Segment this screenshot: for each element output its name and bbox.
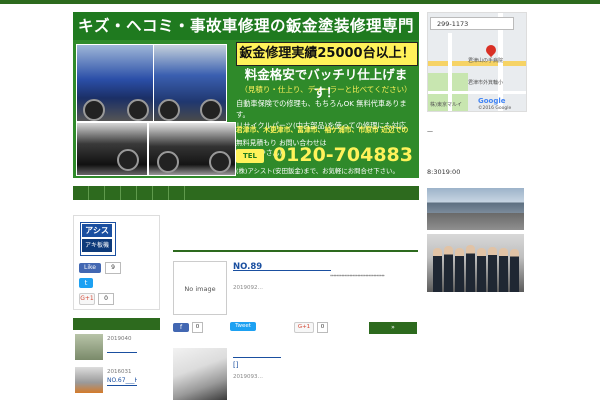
facebook-share: f 0: [173, 322, 203, 333]
post-title-underline: [233, 357, 281, 358]
twitter-icon[interactable]: t: [79, 278, 93, 288]
post-thumbnail-car[interactable]: [173, 348, 227, 400]
facebook-like-count: 9: [105, 262, 121, 274]
post-thumbnail-placeholder[interactable]: No image: [173, 261, 227, 315]
map-label: 君津市外箕輪小: [468, 80, 504, 86]
logo-top: アシスト: [82, 224, 112, 248]
google-plus-button[interactable]: G+1: [79, 293, 95, 305]
post-date: 2019093…: [233, 374, 263, 380]
google-plus-share-count: 0: [317, 322, 328, 333]
google-map[interactable]: 299-1173 君津山の手病院 君津市外箕輪小 株)東京マルイ Google …: [427, 12, 527, 112]
nav-item[interactable]: [153, 186, 169, 200]
nav-item[interactable]: [121, 186, 137, 200]
business-hours: 8:3019:00: [427, 168, 461, 176]
banner-service-text: 自動車保険での修理も、もちろんOK 無料代車あります。 リサイクルパーツ(中古部…: [236, 98, 418, 130]
car-photo-blue-rear: [153, 44, 227, 122]
banner-title: キズ・ヘコミ・事故車修理の鈑金塗装修理専門店: [73, 12, 419, 63]
banner-achievement: 鈑金修理実績25000台以上！: [236, 42, 418, 66]
sidebar-post-date: 2016031: [107, 369, 132, 375]
post-excerpt: **********************************: [330, 274, 385, 279]
sidebar-post-title[interactable]: [107, 344, 137, 353]
top-accent-bar: [0, 0, 600, 4]
nav-item[interactable]: [137, 186, 153, 200]
sidebar-recent-posts-header: [73, 318, 160, 330]
facebook-share-count: 0: [192, 322, 203, 333]
map-label: 株)東京マルイ: [430, 102, 462, 108]
map-search-box[interactable]: 299-1173: [430, 17, 514, 30]
car-photo-black-side: [76, 122, 148, 176]
car-photo-black-sedan: [148, 122, 236, 176]
sidebar-post[interactable]: 2016031 NO.67___HP_: [75, 367, 160, 395]
banner-cities: 君津市、木更津市、富津市、袖ケ浦市、市原市 近辺での: [236, 126, 409, 134]
google-plus-count: 0: [98, 293, 114, 305]
nav-item[interactable]: [169, 186, 185, 200]
tweet-button[interactable]: Tweet: [230, 322, 256, 331]
shop-building-photo: [427, 188, 524, 230]
sidebar-post-date: 2019040: [107, 336, 132, 342]
google-logo: Google: [478, 97, 506, 105]
google-plus: G+1 0: [79, 293, 114, 305]
twitter-share: Tweet: [230, 322, 256, 331]
global-nav: [73, 186, 419, 200]
nav-item[interactable]: [89, 186, 105, 200]
map-label: 君津山の手病院: [468, 58, 504, 64]
sidebar-profile-box: アシスト アキ板機 Like 9 t G+1 0: [73, 215, 160, 310]
map-pin-icon[interactable]: [483, 42, 499, 58]
read-more-button[interactable]: »: [369, 322, 417, 334]
company-logo[interactable]: アシスト アキ板機: [80, 222, 116, 256]
sidebar-post-thumb: [75, 334, 103, 360]
post-title[interactable]: []: [233, 361, 238, 369]
post-title-underline: [233, 270, 331, 271]
facebook-like-button[interactable]: Like: [79, 263, 101, 273]
nav-item[interactable]: [73, 186, 89, 200]
right-divider-mark: —: [427, 128, 433, 135]
car-photo-blue-front: [76, 44, 154, 122]
sidebar-post[interactable]: 2019040: [75, 334, 160, 362]
google-plus-share-button[interactable]: G+1: [294, 322, 314, 333]
banner-insurance-line: 自動車保険での修理も、もちろんOK 無料代車あります。: [236, 99, 407, 119]
main-section-rule: [173, 250, 418, 252]
staff-group-photo: [427, 234, 524, 292]
sidebar-post-title[interactable]: NO.67___HP_: [107, 377, 137, 386]
banner-footer: (株)アシスト(安田鈑金)まで、お気軽にお問合せ下さい。: [236, 167, 399, 175]
tel-tag: TEL: [236, 149, 264, 163]
sidebar-post-thumb: [75, 367, 103, 393]
map-road: [428, 91, 526, 94]
banner-phone-number[interactable]: 0120-704883: [263, 144, 419, 166]
map-copyright: ©2016 Google: [478, 106, 512, 111]
logo-bottom: アキ板機: [82, 239, 112, 252]
post-share-row: f 0 Tweet G+1 0 »: [173, 322, 418, 334]
facebook-like: Like 9: [79, 262, 121, 274]
banner-price-line: 料金格安でバッチリ仕上げます！: [244, 67, 408, 100]
post-date: 2019092…: [233, 285, 263, 291]
header-banner[interactable]: キズ・ヘコミ・事故車修理の鈑金塗装修理専門店 鈑金修理実績25000台以上！ 料…: [73, 12, 419, 178]
banner-compare-line: （見積り・仕上り、ディーラーと比べてください）: [240, 85, 412, 94]
facebook-share-button[interactable]: f: [173, 323, 189, 332]
google-plus-share: G+1 0: [294, 322, 328, 333]
nav-item[interactable]: [105, 186, 121, 200]
